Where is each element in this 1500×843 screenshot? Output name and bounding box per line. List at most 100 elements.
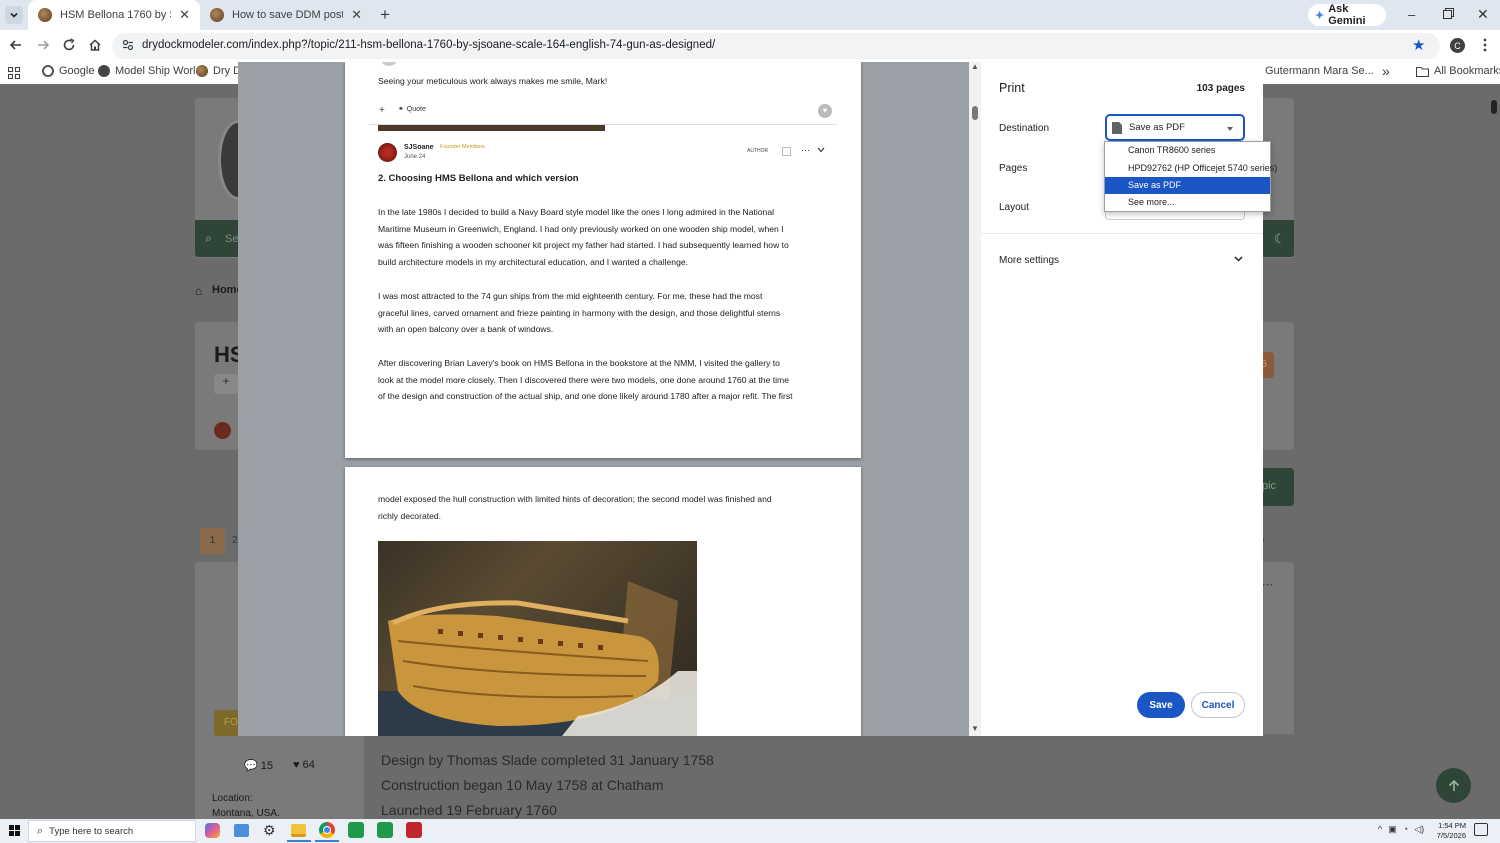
cancel-label: Cancel — [1201, 699, 1235, 711]
ship-model-image — [378, 581, 697, 736]
destination-select[interactable]: Save as PDF — [1105, 114, 1245, 141]
start-button[interactable] — [9, 825, 20, 836]
taskbar-underline — [287, 840, 311, 842]
dropdown-option-see-more[interactable]: See more... — [1105, 194, 1270, 211]
system-tray[interactable]: ^ ▣ ◔ ◁) — [1378, 824, 1424, 835]
google-icon — [42, 65, 54, 77]
profile-avatar[interactable]: C — [1450, 38, 1465, 53]
bookmark-star-icon[interactable]: ★ — [1412, 36, 1425, 54]
gemini-sparkle-icon: ✦ — [1315, 9, 1325, 22]
page-scrollbar[interactable] — [1489, 84, 1500, 819]
phone-app-icon[interactable] — [348, 822, 364, 838]
bookmark-gutermann[interactable]: Gutermann Mara Se... — [1265, 65, 1374, 77]
close-tab-icon[interactable]: ✕ — [351, 7, 362, 23]
tray-chevron-up-icon[interactable]: ^ — [1378, 824, 1382, 835]
cancel-button[interactable]: Cancel — [1191, 692, 1245, 718]
dropdown-option-save-as-pdf[interactable]: Save as PDF — [1105, 177, 1270, 194]
chrome-app-icon[interactable] — [319, 822, 335, 838]
replies-stat: 💬 15 — [244, 759, 273, 772]
save-button[interactable]: Save — [1137, 692, 1185, 718]
url-text[interactable]: drydockmodeler.com/index.php?/topic/211-… — [142, 39, 715, 51]
phone-app-2-icon[interactable] — [377, 822, 393, 838]
folder-icon — [1416, 66, 1429, 77]
file-explorer-app-icon[interactable] — [291, 824, 306, 837]
scroll-down-arrow-icon[interactable]: ▼ — [971, 724, 979, 733]
volume-icon[interactable]: ◁) — [1414, 824, 1424, 835]
apps-button[interactable] — [8, 67, 20, 79]
body-line: Design by Thomas Slade completed 31 Janu… — [381, 752, 714, 768]
tab-strip: HSM Bellona 1760 by SJSoane ✕ How to sav… — [0, 0, 1500, 30]
bookmark-dry-dock[interactable]: Dry Do — [196, 65, 238, 77]
post-menu-icon: ⋯ — [1262, 579, 1273, 591]
page-count: 103 pages — [1196, 83, 1245, 94]
avatar — [214, 422, 231, 439]
network-icon[interactable]: ▣ — [1388, 824, 1397, 835]
preview-scroll-thumb[interactable] — [972, 106, 978, 120]
all-bookmarks-label: All Bookmarks — [1434, 65, 1500, 77]
new-tab-button[interactable]: + — [380, 5, 390, 25]
clock-date: 7/5/2026 — [1436, 830, 1466, 840]
text-line: richly decorated. — [378, 510, 442, 521]
likes-stat: ♥ 64 — [293, 759, 315, 772]
tab-how-to-save[interactable]: How to save DDM posts to com ✕ — [200, 0, 372, 30]
arrow-left-icon — [9, 40, 21, 50]
multiquote-checkbox — [782, 147, 791, 156]
bookmark-google[interactable]: Google — [42, 65, 94, 77]
scroll-to-top-button[interactable] — [1436, 768, 1471, 803]
tab-title: How to save DDM posts to com — [232, 9, 343, 21]
taskbar-search-box[interactable]: ⌕ Type here to search — [28, 820, 196, 842]
bookmarks-overflow-button[interactable]: » — [1382, 63, 1390, 79]
settings-app-icon[interactable]: ⚙ — [263, 822, 276, 839]
more-settings-toggle[interactable]: More settings — [999, 252, 1245, 270]
back-button[interactable] — [9, 38, 23, 52]
post-paragraph-1: In the late 1980s I decided to build a N… — [378, 204, 848, 270]
close-tab-icon[interactable]: ✕ — [179, 7, 190, 23]
text-line: After discovering Brian Lavery's book on… — [378, 358, 780, 368]
forward-button[interactable] — [36, 38, 50, 52]
widgets-app-icon[interactable] — [234, 824, 249, 837]
scroll-up-arrow-icon[interactable]: ▲ — [971, 62, 979, 71]
location-value: Montana, USA. — [212, 808, 280, 819]
site-info-icon[interactable] — [122, 39, 134, 51]
chevron-down-icon — [10, 12, 18, 18]
author-avatar — [378, 143, 397, 162]
reload-button[interactable] — [62, 38, 76, 52]
destination-value: Save as PDF — [1129, 122, 1185, 133]
scroll-thumb[interactable] — [1491, 100, 1497, 114]
minimize-window-button[interactable]: – — [1408, 7, 1415, 22]
document-icon — [1112, 121, 1122, 134]
address-bar[interactable]: drydockmodeler.com/index.php?/topic/211-… — [112, 33, 1440, 59]
bookmark-model-ship-world[interactable]: Model Ship World — [98, 65, 202, 77]
print-preview-area[interactable]: Seeing your meticulous work always makes… — [238, 62, 981, 736]
tab-search-button[interactable] — [5, 6, 23, 24]
home-button[interactable] — [88, 38, 102, 52]
all-bookmarks-button[interactable]: All Bookmarks — [1416, 65, 1500, 77]
reply-fragment-text: pic — [1262, 480, 1277, 492]
close-window-button[interactable]: ✕ — [1477, 6, 1489, 23]
taskbar-clock[interactable]: 1:54 PM 7/5/2026 — [1436, 821, 1466, 840]
reply-text: Seeing your meticulous work always makes… — [378, 76, 608, 86]
wifi-icon[interactable]: ◔ — [1403, 824, 1408, 835]
ask-gemini-label: Ask Gemini — [1328, 3, 1366, 27]
preview-scrollbar[interactable]: ▲ ▼ — [969, 62, 981, 736]
dropdown-option-hp[interactable]: HPD92762 (HP Officejet 5740 series) — [1105, 159, 1277, 177]
pagination-1: 1 — [200, 528, 225, 554]
author-name: SJSoane — [404, 144, 434, 151]
text-line: was fifteen finishing a wooden schooner … — [378, 240, 789, 251]
post-stats: 💬 15 ♥ 64 — [244, 759, 315, 772]
restore-window-button[interactable] — [1443, 8, 1454, 19]
destination-dropdown-list: Canon TR8600 series HPD92762 (HP Officej… — [1104, 141, 1277, 212]
restore-icon — [1443, 8, 1454, 19]
notification-center-button[interactable] — [1474, 823, 1488, 836]
copilot-app-icon[interactable] — [205, 823, 220, 838]
destination-label: Destination — [999, 123, 1050, 134]
browser-menu-button[interactable] — [1483, 38, 1487, 52]
ask-gemini-button[interactable]: ✦ Ask Gemini — [1308, 3, 1386, 27]
panel-divider — [981, 233, 1263, 234]
red-app-icon[interactable] — [406, 822, 422, 838]
pages-label: Pages — [999, 163, 1028, 174]
ship-wheel-icon — [98, 65, 110, 77]
tab-hsm-bellona[interactable]: HSM Bellona 1760 by SJSoane ✕ — [28, 0, 200, 30]
taskbar-underline — [315, 840, 339, 842]
dropdown-option-canon[interactable]: Canon TR8600 series — [1105, 142, 1270, 159]
